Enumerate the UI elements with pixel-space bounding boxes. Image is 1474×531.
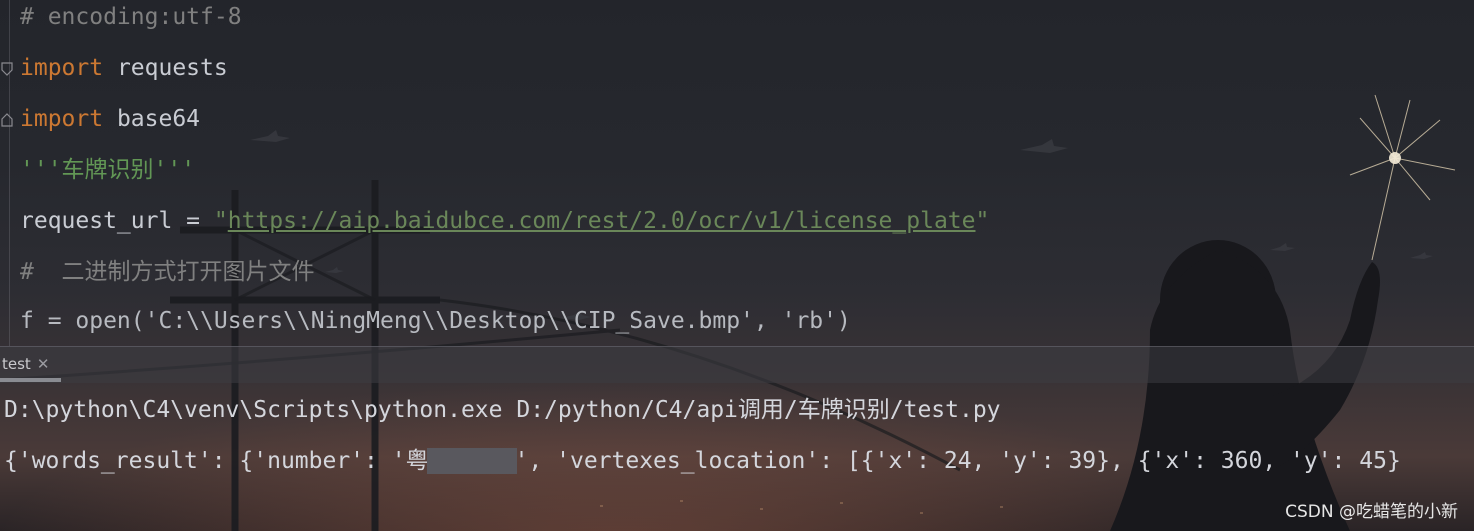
- redacted-plate-number: [426, 448, 517, 474]
- module-base64: base64: [103, 106, 201, 132]
- code-line-4-docstring: '''车牌识别''': [20, 157, 196, 183]
- result-suffix: ', 'vertexes_location': [{'x': 24, 'y': …: [514, 448, 1401, 474]
- gutter-divider: [9, 0, 10, 346]
- keyword-import: import: [20, 55, 104, 81]
- code-editor[interactable]: # encoding:utf-8 import requests import …: [0, 0, 1474, 346]
- code-line-5: request_url = "https://aip.baidubce.com/…: [20, 206, 989, 236]
- keyword-import: import: [20, 106, 104, 132]
- string-quote-open: ": [213, 208, 228, 234]
- run-console-output[interactable]: D:\python\C4\venv\Scripts\python.exe D:/…: [0, 382, 1474, 531]
- tab-label: test: [2, 355, 31, 373]
- module-requests: requests: [103, 55, 228, 81]
- code-line-3: import base64: [20, 104, 200, 134]
- close-icon[interactable]: ✕: [37, 355, 50, 373]
- string-quote-close: ": [975, 208, 990, 234]
- csdn-watermark: CSDN @吃蜡笔的小新: [1285, 502, 1458, 522]
- fold-marker-icon[interactable]: [0, 61, 14, 77]
- console-command-line: D:\python\C4\venv\Scripts\python.exe D:/…: [4, 397, 1001, 423]
- run-tool-window-header: test ✕: [0, 346, 1474, 383]
- code-line-2: import requests: [20, 53, 228, 83]
- console-result-line: {'words_result': {'number': '粤 ', 'vertex…: [4, 446, 1401, 476]
- code-line-6-comment: # 二进制方式打开图片文件: [20, 259, 315, 285]
- url-link[interactable]: https://aip.baidubce.com/rest/2.0/ocr/v1…: [228, 208, 976, 234]
- code-line-7-partial: f = open('C:\\Users\\NingMeng\\Desktop\\…: [20, 308, 851, 334]
- code-line-1: # encoding:utf-8: [20, 4, 242, 30]
- result-prefix: {'words_result': {'number': '粤: [4, 448, 429, 474]
- fold-end-icon[interactable]: [0, 112, 14, 128]
- assignment-request-url: request_url =: [20, 208, 214, 234]
